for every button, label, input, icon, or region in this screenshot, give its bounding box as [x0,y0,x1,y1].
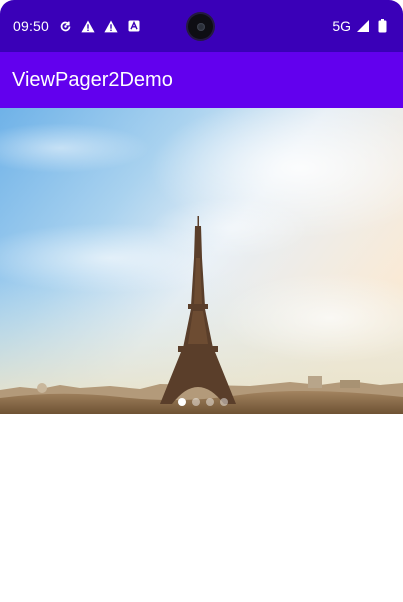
signal-icon [356,19,370,33]
sync-icon [58,19,72,33]
network-type-label: 5G [332,18,351,34]
page-dot-active[interactable] [177,398,186,406]
warning-icon [104,19,118,33]
status-left: 09:50 [13,18,141,34]
status-right: 5G [332,18,389,34]
view-pager[interactable] [0,108,403,414]
app-title: ViewPager2Demo [12,68,173,91]
accessibility-icon [127,19,141,33]
status-bar: 09:50 5G [0,0,403,52]
page-dot[interactable] [205,398,214,406]
page-dot[interactable] [219,398,228,406]
warning-icon [81,19,95,33]
eiffel-tower-photo [0,108,403,414]
app-bar: ViewPager2Demo [0,52,403,108]
page-dot[interactable] [191,398,200,406]
front-camera [188,14,213,39]
content-area [0,414,403,602]
status-time: 09:50 [13,18,50,34]
page-indicator[interactable] [0,398,403,410]
battery-icon [375,19,389,33]
